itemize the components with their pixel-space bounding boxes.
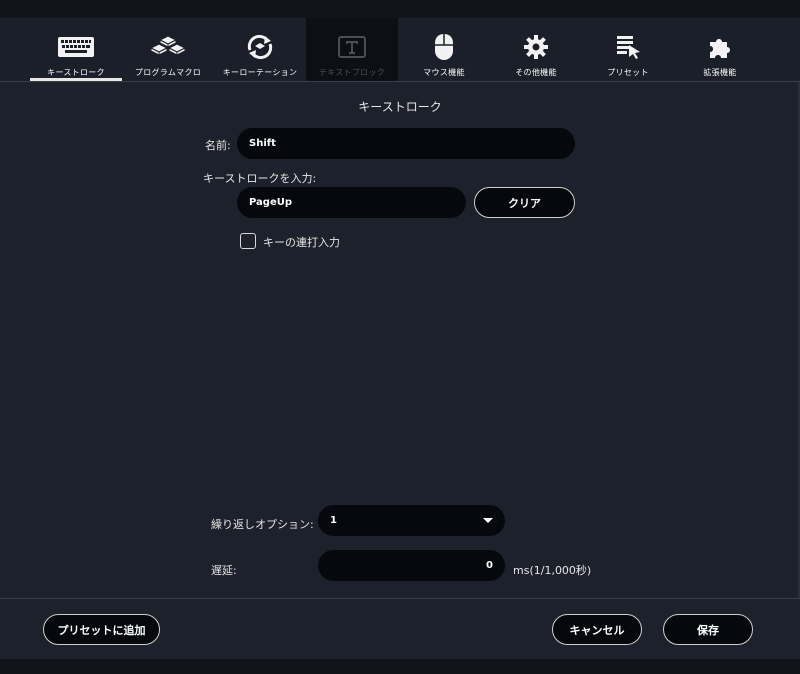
- window-bottom-strip: [0, 659, 800, 674]
- gear-icon: [523, 30, 549, 64]
- keystroke-label: キーストロークを入力:: [203, 172, 317, 185]
- tab-text-block[interactable]: テキストブロック: [306, 18, 398, 81]
- repeat-option-value: 1: [330, 515, 337, 526]
- delay-field[interactable]: 0: [318, 550, 505, 581]
- rotation-icon: [243, 30, 277, 64]
- mouse-icon: [433, 30, 455, 64]
- delay-unit: ms(1/1,000秒): [513, 564, 592, 577]
- keystroke-field[interactable]: PageUp: [237, 187, 466, 218]
- function-tab-bar: キーストローク プログラムマクロ キーローテーション テキストブロック マウス機…: [0, 18, 800, 82]
- tab-preset[interactable]: プリセット: [582, 18, 674, 81]
- repeat-input-checkbox[interactable]: [240, 233, 256, 249]
- active-tab-indicator: [30, 78, 122, 81]
- tab-label: その他機能: [515, 68, 557, 77]
- save-button[interactable]: 保存: [663, 614, 753, 645]
- dialog-footer: プリセットに追加 キャンセル 保存: [0, 598, 800, 659]
- tab-label: キーストローク: [47, 68, 105, 77]
- tab-extensions[interactable]: 拡張機能: [674, 18, 766, 81]
- tab-key-rotation[interactable]: キーローテーション: [214, 18, 306, 81]
- tab-other-functions[interactable]: その他機能: [490, 18, 582, 81]
- name-label: 名前:: [205, 139, 231, 152]
- tab-program-macro[interactable]: プログラムマクロ: [122, 18, 214, 81]
- keyboard-icon: [57, 30, 95, 64]
- macro-keys-icon: [148, 30, 188, 64]
- page-title: キーストローク: [358, 100, 442, 114]
- window-top-strip: [0, 0, 800, 18]
- delay-value: 0: [486, 560, 493, 571]
- add-to-preset-button[interactable]: プリセットに追加: [43, 614, 160, 645]
- tab-label: マウス機能: [423, 68, 465, 77]
- preset-list-icon: [614, 30, 642, 64]
- name-field[interactable]: Shift: [237, 128, 575, 159]
- tab-label: キーローテーション: [222, 68, 298, 77]
- repeat-option-select[interactable]: 1: [318, 505, 505, 536]
- text-block-icon: [337, 30, 367, 64]
- tab-label: 拡張機能: [703, 68, 737, 77]
- tab-keystroke[interactable]: キーストローク: [30, 18, 122, 81]
- tab-label: テキストブロック: [318, 68, 386, 77]
- tab-mouse-function[interactable]: マウス機能: [398, 18, 490, 81]
- repeat-input-label: キーの連打入力: [263, 236, 340, 249]
- delay-label: 遅延:: [211, 564, 237, 577]
- cancel-button[interactable]: キャンセル: [552, 614, 642, 645]
- puzzle-icon: [707, 30, 733, 64]
- chevron-down-icon: [483, 518, 493, 523]
- repeat-option-label: 繰り返しオプション:: [211, 518, 314, 531]
- tab-label: プリセット: [607, 68, 649, 77]
- clear-button[interactable]: クリア: [474, 187, 575, 218]
- tab-label: プログラムマクロ: [134, 68, 202, 77]
